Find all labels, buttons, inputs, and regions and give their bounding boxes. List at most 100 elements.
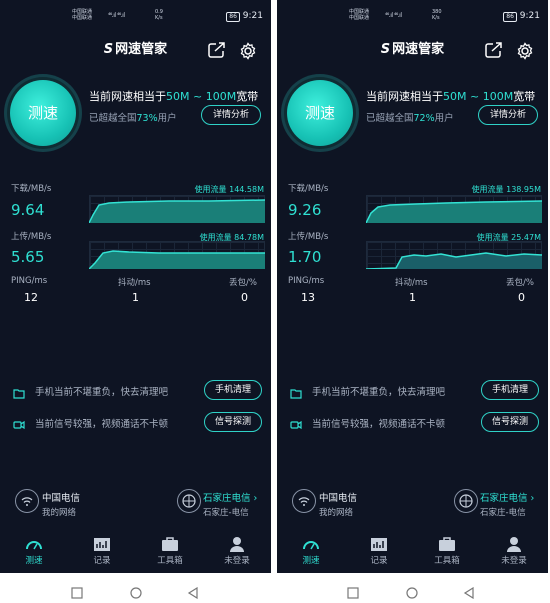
recents-icon[interactable] [71,584,83,599]
download-value: 9.64 [11,201,45,219]
network-name: 中国电信 [42,493,81,504]
signal-icon: ⁴⁶.ıl ⁴⁶.ıl [108,12,125,19]
share-icon[interactable] [485,42,503,58]
user-icon [507,537,521,552]
tip-text: 当前信号较强，视频通话不卡顿 [312,419,446,430]
jitter-label: 抖动/ms [395,278,428,288]
tab-profile[interactable]: 未登录 [212,532,262,566]
screen-divider [272,0,276,576]
ping-label: PING/ms [288,276,325,286]
jitter-value: 1 [409,291,416,304]
speed-test-button[interactable]: 测速 [287,80,353,146]
tip-text: 当前信号较强，视频通话不卡顿 [35,419,169,430]
home-icon[interactable] [406,584,418,599]
phone-clean-icon [290,384,302,399]
tab-records[interactable]: 记录 [77,532,127,566]
tab-toolbox[interactable]: 工具箱 [422,532,472,566]
loss-value: 0 [518,291,525,304]
signal-probe-button[interactable]: 信号探测 [204,412,262,432]
speed-headline: 当前网速相当于50M ~ 100M宽带 [366,90,536,103]
location-icon[interactable] [454,489,478,513]
jitter-value: 1 [132,291,139,304]
upload-label: 上传/MB/s [11,232,52,242]
tab-bar: 测速 记录 工具箱 未登录 [0,532,271,572]
chart-icon [371,538,387,551]
toolbox-icon [439,537,455,551]
logo-icon: S [103,42,114,57]
loss-label: 丢包/% [229,278,257,288]
status-right: 86 9:21 [226,11,263,22]
server-sub: 石家庄-电信 [480,508,526,518]
battery-icon: 86 [226,12,240,22]
speed-test-button[interactable]: 测速 [10,80,76,146]
speedometer-icon [26,541,42,550]
status-bar: 中国联通 中国联通 ⁴⁶.ıl ⁴⁶.ıl 0.9 K/s 86 9:21 [0,5,271,25]
ping-value: 13 [301,291,315,304]
status-net-speed: 0.9 K/s [155,9,163,21]
speed-headline: 当前网速相当于50M ~ 100M宽带 [89,90,259,103]
tab-bar: 测速 记录 工具箱 未登录 [277,532,548,572]
upload-label: 上传/MB/s [288,232,329,242]
tab-toolbox[interactable]: 工具箱 [145,532,195,566]
system-nav-bar [0,576,550,603]
tip-text: 手机当前不堪重负，快去清理吧 [312,387,446,398]
upload-graph [89,241,265,269]
tip-phone-clean: 手机当前不堪重负，快去清理吧 手机清理 [277,380,548,402]
back-icon[interactable] [187,584,199,600]
tip-signal: 当前信号较强，视频通话不卡顿 信号探测 [0,412,271,434]
upload-graph [366,241,542,269]
download-value: 9.26 [288,201,322,219]
app-title: S 网速管家 [103,42,168,57]
download-graph [366,195,542,223]
network-sub: 我的网络 [319,508,354,518]
wifi-icon [292,489,316,513]
download-label: 下载/MB/s [11,184,52,194]
signal-probe-icon [13,416,25,430]
home-icon[interactable] [130,584,142,599]
ping-label: PING/ms [11,276,48,286]
status-net-speed: 380 K/s [432,9,442,21]
status-time: 9:21 [242,11,263,21]
tip-text: 手机当前不堪重负，快去清理吧 [35,387,169,398]
jitter-label: 抖动/ms [118,278,151,288]
phone-clean-button[interactable]: 手机清理 [481,380,539,400]
network-sub: 我的网络 [42,508,77,518]
upload-value: 1.70 [288,248,322,266]
tip-signal: 当前信号较强，视频通话不卡顿 信号探测 [277,412,548,434]
detail-analysis-button[interactable]: 详情分析 [478,105,538,125]
upload-value: 5.65 [11,248,45,266]
signal-icon: ⁴⁶.ıl ⁴⁶.ıl [385,12,402,19]
tab-speedtest[interactable]: 测速 [9,532,59,566]
loss-label: 丢包/% [506,278,534,288]
gear-icon[interactable] [516,42,534,60]
share-icon[interactable] [208,42,226,58]
phone-clean-icon [13,384,25,399]
server-location[interactable]: 石家庄电信 › [203,490,257,504]
location-icon[interactable] [177,489,201,513]
back-icon[interactable] [463,584,475,600]
tab-records[interactable]: 记录 [354,532,404,566]
download-usage: 使用流量 144.58M [194,185,264,194]
tab-speedtest[interactable]: 测速 [286,532,336,566]
loss-value: 0 [241,291,248,304]
phone-clean-button[interactable]: 手机清理 [204,380,262,400]
phone-screen-left: 中国联通 中国联通 ⁴⁶.ıl ⁴⁶.ıl 0.9 K/s 86 9:21 S 网速管… [0,0,271,573]
download-label: 下载/MB/s [288,184,329,194]
beat-ratio: 已超越全国72%用户 [366,113,454,124]
battery-icon: 86 [503,12,517,22]
download-graph [89,195,265,223]
server-location[interactable]: 石家庄电信 › [480,490,534,504]
wifi-icon [15,489,39,513]
recents-icon[interactable] [347,584,359,599]
download-usage: 使用流量 138.95M [471,185,541,194]
gear-icon[interactable] [239,42,257,60]
server-sub: 石家庄-电信 [203,508,249,518]
user-icon [230,537,244,552]
tab-profile[interactable]: 未登录 [489,532,539,566]
signal-probe-button[interactable]: 信号探测 [481,412,539,432]
detail-analysis-button[interactable]: 详情分析 [201,105,261,125]
status-right: 86 9:21 [503,11,540,22]
signal-probe-icon [290,416,302,430]
status-time: 9:21 [519,11,540,21]
app-title: S 网速管家 [380,42,445,57]
